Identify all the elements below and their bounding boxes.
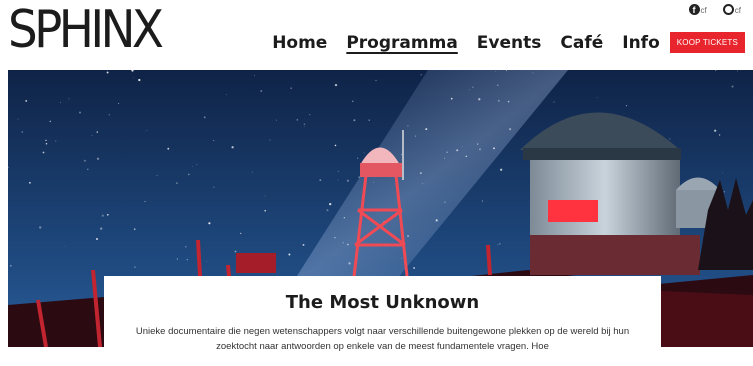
facebook-icon: f [688, 4, 700, 15]
main-nav: Home Programma Events Café Info KOOP TIC… [272, 32, 745, 53]
nav-home[interactable]: Home [272, 33, 327, 53]
event-description: Unieke documentaire die negen wetenschap… [135, 326, 630, 352]
event-title[interactable]: The Most Unknown [104, 292, 661, 313]
buy-tickets-button[interactable]: KOOP TICKETS [669, 32, 745, 53]
site-header: SPHINX f cf cf Home Programma Events Caf… [0, 0, 753, 70]
instagram-icon [722, 4, 734, 15]
nav-programma[interactable]: Programma [346, 33, 457, 53]
instagram-suffix: cf [734, 6, 741, 15]
event-card: The Most Unknown Unieke documentaire die… [104, 276, 661, 366]
nav-info[interactable]: Info [622, 33, 660, 53]
nav-cafe[interactable]: Café [560, 33, 603, 53]
facebook-suffix: cf [700, 6, 707, 15]
social-links: f cf cf [688, 4, 741, 15]
instagram-link[interactable]: cf [722, 4, 741, 15]
nav-events[interactable]: Events [477, 33, 542, 53]
sphinx-logo[interactable]: SPHINX [8, 4, 164, 56]
facebook-link[interactable]: f cf [688, 4, 707, 15]
